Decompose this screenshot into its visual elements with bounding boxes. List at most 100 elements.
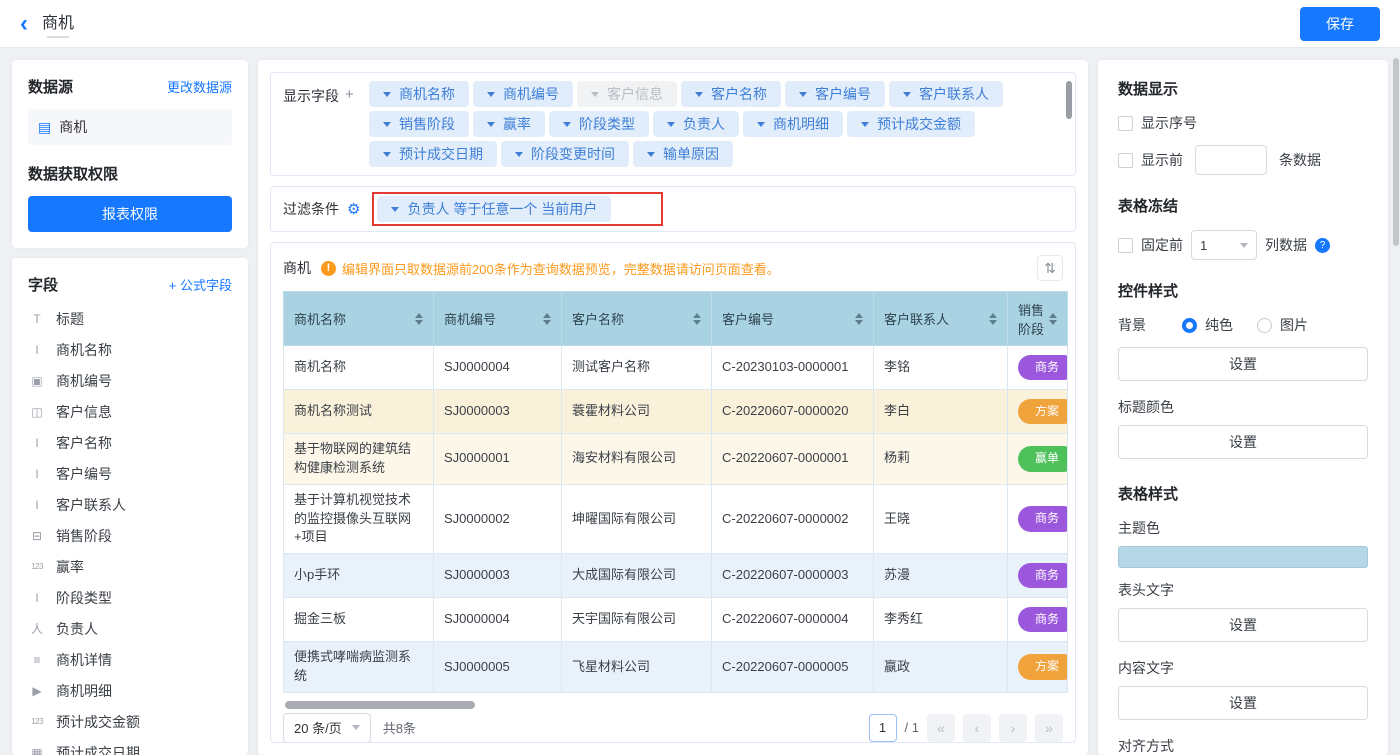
sort-toggle-icon[interactable]: ⇅ xyxy=(1037,255,1063,281)
chevron-down-icon xyxy=(352,725,360,730)
window-scrollbar-thumb[interactable] xyxy=(1393,58,1399,246)
display-field-tag-客户编号[interactable]: 客户编号 xyxy=(785,81,885,107)
preview-notice: ! 编辑界面只取数据源前200条作为查询数据预览，完整数据请访问页面查看。 xyxy=(321,259,780,278)
field-item-客户信息[interactable]: ◫客户信息 xyxy=(28,396,232,427)
page-next-button[interactable]: › xyxy=(999,714,1027,742)
background-set-button[interactable]: 设置 xyxy=(1118,347,1368,381)
show-index-checkbox[interactable] xyxy=(1118,116,1133,131)
pagination-nav: « ‹ › » xyxy=(927,714,1063,742)
title-color-set-button[interactable]: 设置 xyxy=(1118,425,1368,459)
horizontal-scrollbar-thumb[interactable] xyxy=(285,701,475,709)
field-item-阶段类型[interactable]: I阶段类型 xyxy=(28,582,232,613)
header-text-set-button[interactable]: 设置 xyxy=(1118,608,1368,642)
report-permission-button[interactable]: 报表权限 xyxy=(28,196,232,232)
vertical-scrollbar-thumb[interactable] xyxy=(1066,81,1072,119)
fix-columns-checkbox[interactable] xyxy=(1118,238,1133,253)
cell-name: 小p手环 xyxy=(284,554,434,598)
left-column: 数据源 更改数据源 ▤ 商机 数据获取权限 报表权限 字段 + 公式字段 T标题… xyxy=(12,60,248,755)
widget-style-title: 控件样式 xyxy=(1118,280,1368,301)
field-item-商机明细[interactable]: ▶商机明细 xyxy=(28,675,232,706)
add-field-button[interactable]: + xyxy=(345,86,354,167)
tag-label: 阶段类型 xyxy=(579,114,635,134)
page-last-button[interactable]: » xyxy=(1035,714,1063,742)
display-field-tag-预计成交日期[interactable]: 预计成交日期 xyxy=(369,141,497,167)
save-button[interactable]: 保存 xyxy=(1300,7,1380,41)
field-label: 负责人 xyxy=(56,619,98,639)
widget-style-section: 控件样式 背景 纯色 图片 设置 标题颜色 设置 xyxy=(1118,280,1368,463)
page-size-select[interactable]: 20 条/页 xyxy=(283,713,371,743)
display-field-tag-客户联系人[interactable]: 客户联系人 xyxy=(889,81,1003,107)
display-field-tag-输单原因[interactable]: 输单原因 xyxy=(633,141,733,167)
display-field-tag-赢率[interactable]: 赢率 xyxy=(473,111,545,137)
field-item-标题[interactable]: T标题 xyxy=(28,303,232,334)
field-label: 销售阶段 xyxy=(56,526,112,546)
image-radio[interactable] xyxy=(1257,318,1272,333)
column-header-客户联系人[interactable]: 客户联系人 xyxy=(874,292,1008,346)
datasource-title: 数据源 xyxy=(28,76,73,97)
field-item-负责人[interactable]: 人负责人 xyxy=(28,613,232,644)
field-item-销售阶段[interactable]: ⊟销售阶段 xyxy=(28,520,232,551)
field-item-客户名称[interactable]: I客户名称 xyxy=(28,427,232,458)
filter-condition-tag[interactable]: 负责人 等于任意一个 当前用户 xyxy=(377,196,611,222)
cell-contact: 杨莉 xyxy=(874,434,1008,485)
row-count-input[interactable] xyxy=(1195,145,1267,175)
field-item-商机编号[interactable]: ▣商机编号 xyxy=(28,365,232,396)
field-label: 客户编号 xyxy=(56,464,112,484)
field-label: 客户名称 xyxy=(56,433,112,453)
stage-badge: 方案 xyxy=(1018,399,1068,424)
page-first-button[interactable]: « xyxy=(927,714,955,742)
field-item-赢率[interactable]: 123赢率 xyxy=(28,551,232,582)
stage-badge: 商务 xyxy=(1018,563,1068,588)
column-header-销售阶段[interactable]: 销售阶段 xyxy=(1008,292,1068,346)
display-field-tag-负责人[interactable]: 负责人 xyxy=(653,111,739,137)
annotation-highlight: 负责人 等于任意一个 当前用户 xyxy=(372,192,663,226)
display-field-tag-商机名称[interactable]: 商机名称 xyxy=(369,81,469,107)
cell-contact: 苏漫 xyxy=(874,554,1008,598)
tag-label: 预计成交日期 xyxy=(399,144,483,164)
theme-color-label: 主题色 xyxy=(1118,518,1368,538)
solid-color-radio[interactable] xyxy=(1182,318,1197,333)
display-field-tag-商机编号[interactable]: 商机编号 xyxy=(473,81,573,107)
display-field-tag-阶段类型[interactable]: 阶段类型 xyxy=(549,111,649,137)
table-row: 基于计算机视觉技术的监控摄像头互联网+项目SJ0000002坤曜国际有限公司C-… xyxy=(284,484,1068,554)
current-page-input[interactable]: 1 xyxy=(869,714,897,742)
display-field-tag-阶段变更时间[interactable]: 阶段变更时间 xyxy=(501,141,629,167)
page-prev-button[interactable]: ‹ xyxy=(963,714,991,742)
field-label: 阶段类型 xyxy=(56,588,112,608)
column-header-客户名称[interactable]: 客户名称 xyxy=(562,292,712,346)
field-item-商机名称[interactable]: I商机名称 xyxy=(28,334,232,365)
add-formula-field-link[interactable]: + 公式字段 xyxy=(169,275,232,294)
help-icon[interactable]: ? xyxy=(1315,238,1330,253)
display-field-tag-预计成交金额[interactable]: 预计成交金额 xyxy=(847,111,975,137)
content-text-set-button[interactable]: 设置 xyxy=(1118,686,1368,720)
column-header-客户编号[interactable]: 客户编号 xyxy=(712,292,874,346)
fix-columns-select[interactable]: 1 xyxy=(1191,230,1257,260)
field-item-预计成交日期[interactable]: ▦预计成交日期 xyxy=(28,737,232,755)
display-field-tag-销售阶段[interactable]: 销售阶段 xyxy=(369,111,469,137)
gear-icon[interactable]: ⚙ xyxy=(347,200,360,218)
field-item-预计成交金额[interactable]: 123预计成交金额 xyxy=(28,706,232,737)
change-datasource-link[interactable]: 更改数据源 xyxy=(167,77,232,96)
column-header-商机编号[interactable]: 商机编号 xyxy=(434,292,562,346)
back-button[interactable]: ‹ xyxy=(20,12,28,36)
datasource-item[interactable]: ▤ 商机 xyxy=(28,109,232,145)
show-first-suffix: 条数据 xyxy=(1279,150,1321,170)
display-field-tag-客户信息[interactable]: 客户信息 xyxy=(577,81,677,107)
field-item-客户编号[interactable]: I客户编号 xyxy=(28,458,232,489)
display-field-tag-客户名称[interactable]: 客户名称 xyxy=(681,81,781,107)
cell-name: 掘金三板 xyxy=(284,598,434,642)
filter-box: 过滤条件 ⚙ 负责人 等于任意一个 当前用户 xyxy=(270,186,1076,232)
theme-color-swatch[interactable] xyxy=(1118,546,1368,568)
cell-code: SJ0000003 xyxy=(434,390,562,434)
header-text-label: 表头文字 xyxy=(1118,580,1368,600)
field-item-商机详情[interactable]: ≡商机详情 xyxy=(28,644,232,675)
display-field-tag-商机明细[interactable]: 商机明细 xyxy=(743,111,843,137)
text-icon: I xyxy=(28,343,46,357)
field-item-客户联系人[interactable]: I客户联系人 xyxy=(28,489,232,520)
tag-label: 商机名称 xyxy=(399,84,455,104)
show-first-checkbox[interactable] xyxy=(1118,153,1133,168)
show-first-label: 显示前 xyxy=(1141,150,1183,170)
sort-icon xyxy=(855,313,863,325)
chevron-down-icon xyxy=(667,122,675,127)
column-header-商机名称[interactable]: 商机名称 xyxy=(284,292,434,346)
